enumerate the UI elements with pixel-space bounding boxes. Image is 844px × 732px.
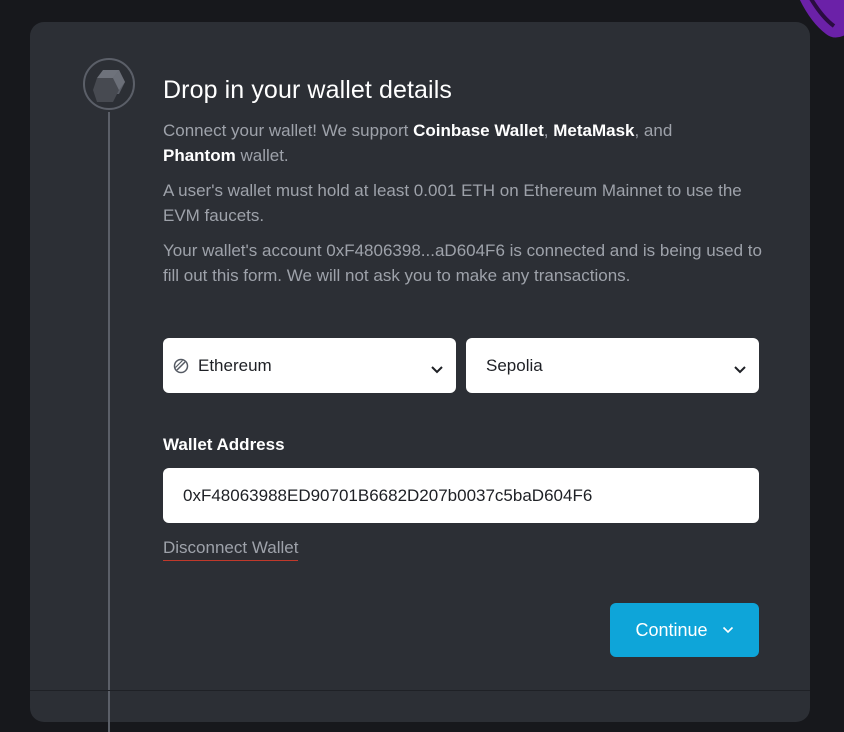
continue-button-label: Continue <box>635 619 708 640</box>
connected-account-notice: Your wallet's account 0xF4806398...aD604… <box>163 241 762 285</box>
wallet-address-label: Wallet Address <box>163 435 285 454</box>
faucet-form-card: Drop in your wallet details Connect your… <box>30 22 810 732</box>
ethereum-icon <box>173 358 189 374</box>
wallet-name-metamask: MetaMask <box>553 121 635 140</box>
network-select[interactable]: Ethereum <box>163 338 456 393</box>
testnet-select[interactable]: Sepolia <box>466 338 759 393</box>
supported-wallets-text: Connect your wallet! We support Coinbase… <box>163 121 673 165</box>
chevron-down-icon <box>430 360 444 380</box>
wallet-name-phantom: Phantom <box>163 146 236 165</box>
step-timeline-line <box>108 112 110 732</box>
step-title: Drop in your wallet details <box>163 76 452 104</box>
chevron-down-icon <box>722 626 734 634</box>
network-select-value: Ethereum <box>198 355 272 375</box>
testnet-select-value: Sepolia <box>486 355 543 375</box>
wallet-address-input[interactable] <box>163 468 759 523</box>
chevron-down-icon <box>733 360 747 380</box>
continue-button[interactable]: Continue <box>610 603 759 657</box>
card-divider <box>30 690 810 691</box>
wallet-name-coinbase: Coinbase Wallet <box>413 121 544 140</box>
balance-requirement-text: A user's wallet must hold at least 0.001… <box>163 181 742 225</box>
disconnect-wallet-link[interactable]: Disconnect Wallet <box>163 538 299 561</box>
cube-icon <box>83 58 135 110</box>
